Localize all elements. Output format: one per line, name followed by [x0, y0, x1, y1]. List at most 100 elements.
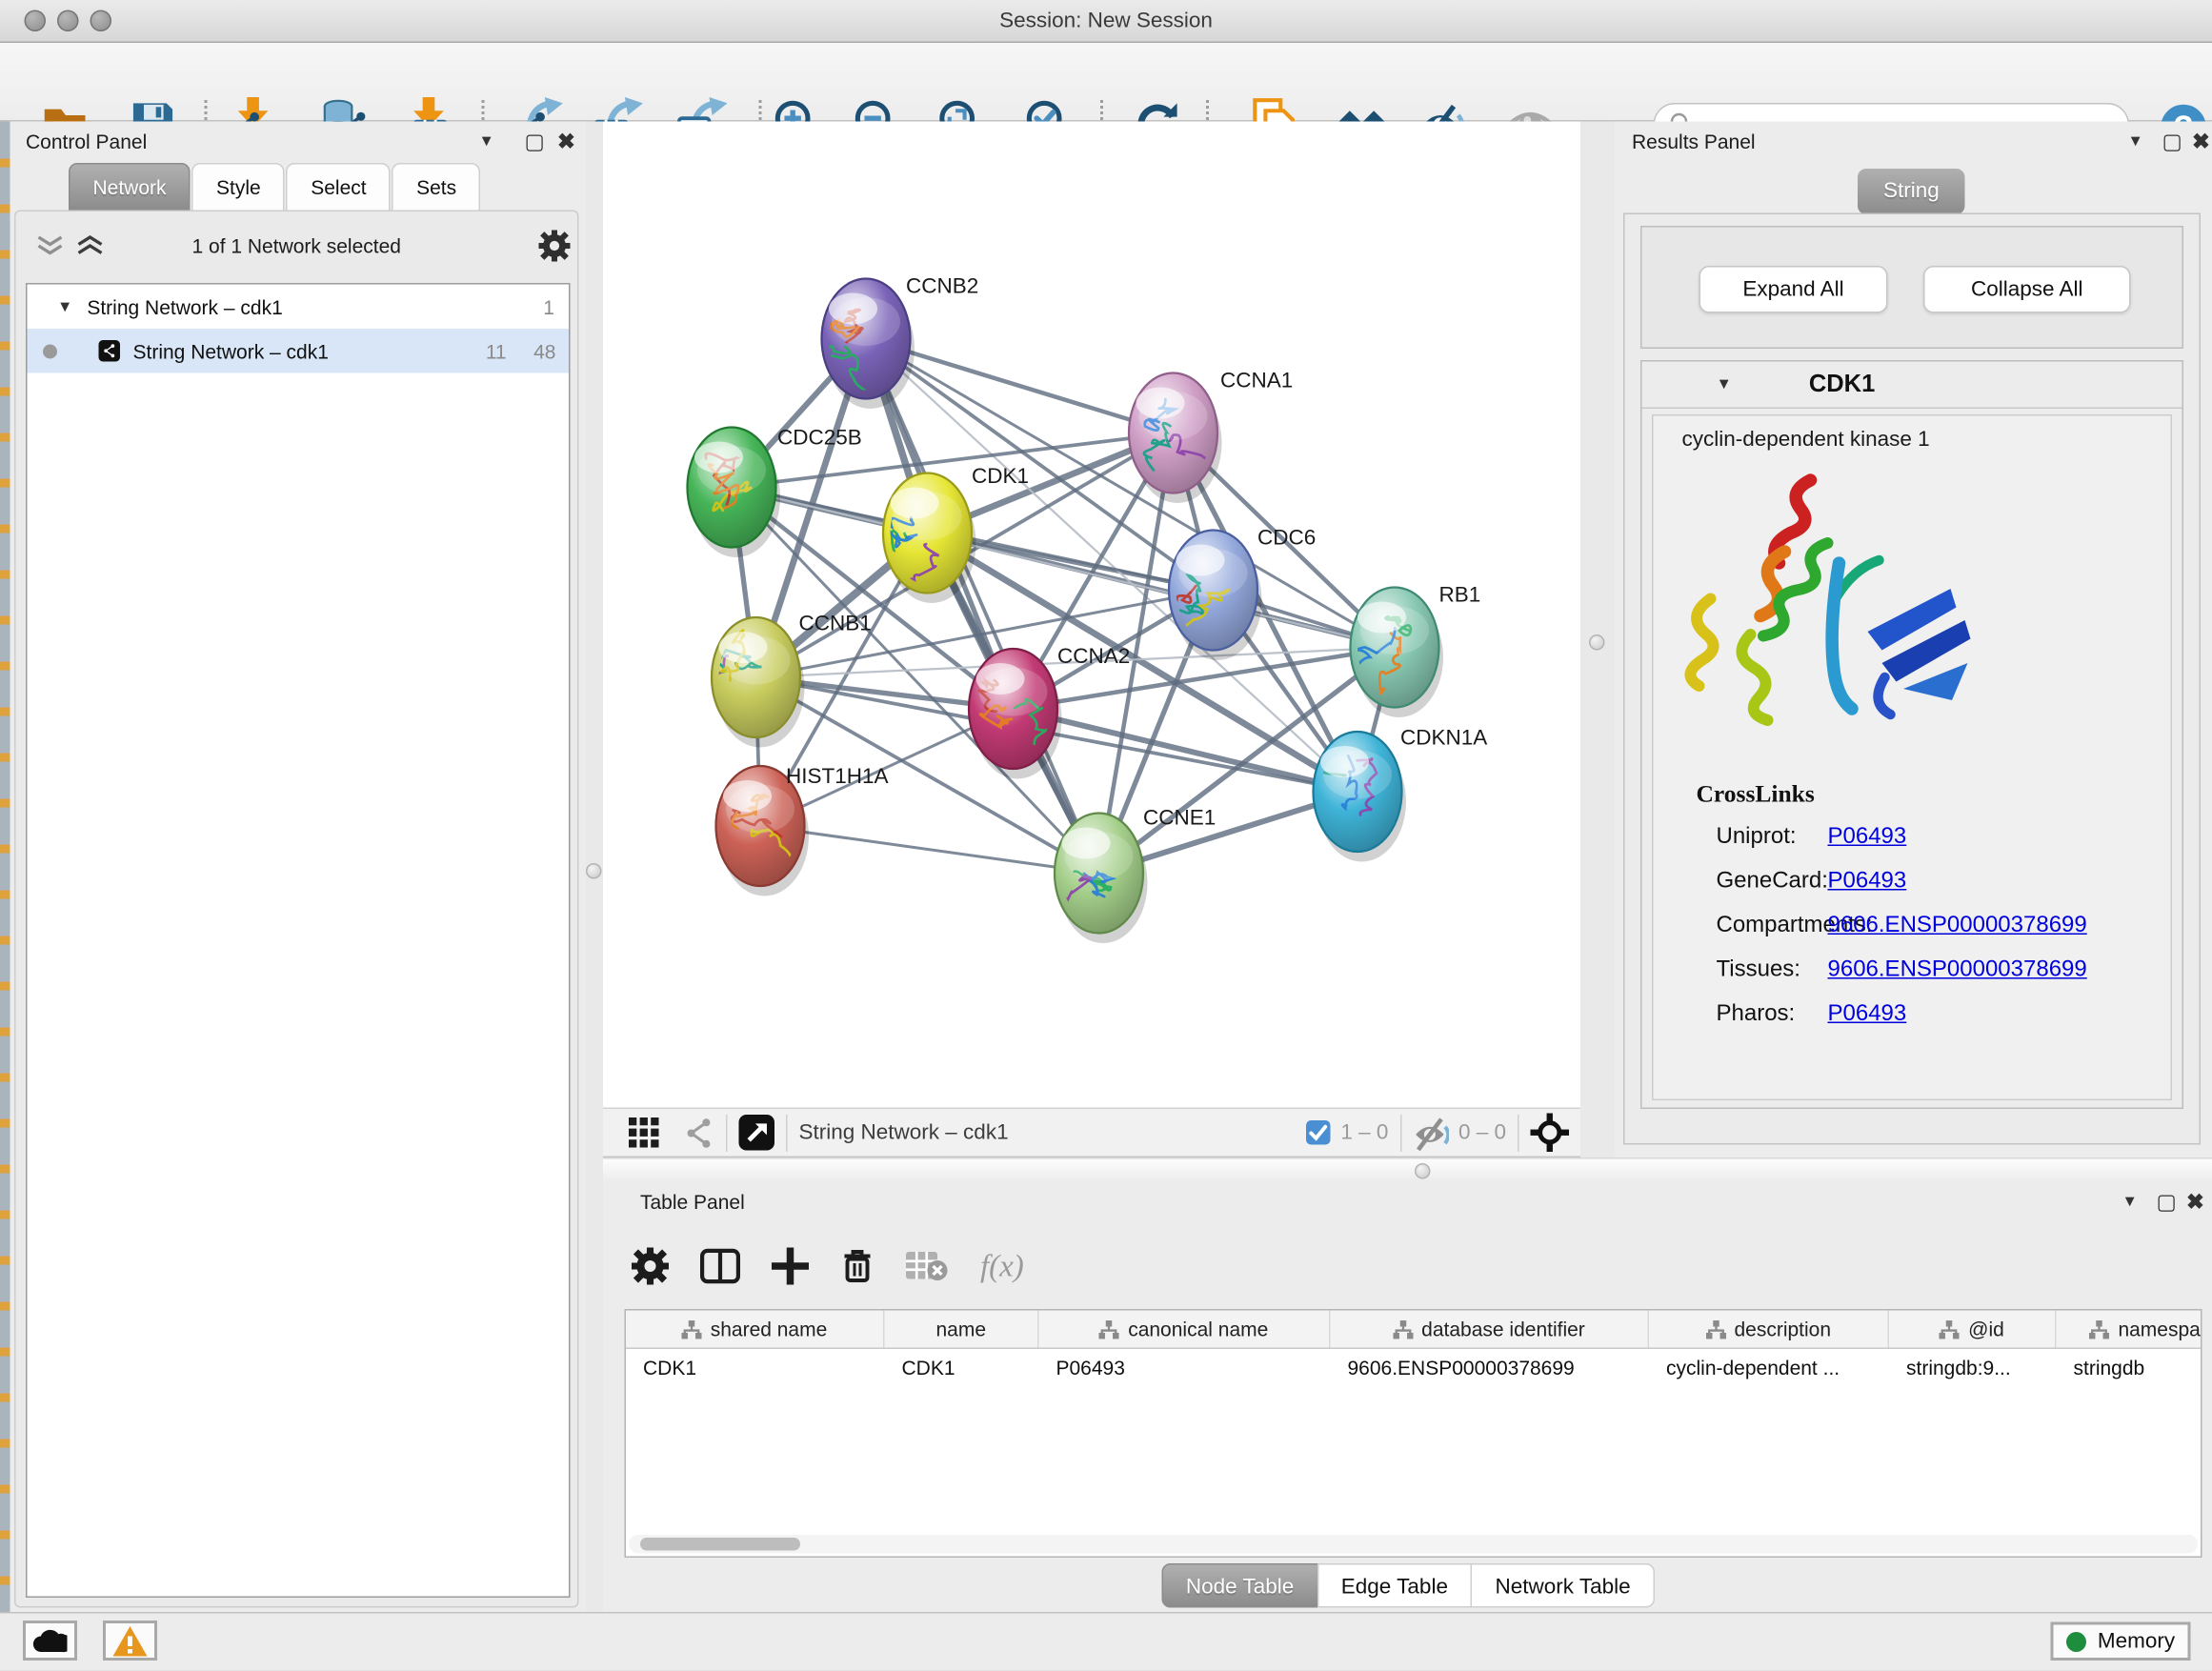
network-collection-row[interactable]: ▼ String Network – cdk1 1: [28, 285, 570, 330]
crosslink-link[interactable]: 9606.ENSP00000378699: [1828, 956, 2087, 982]
network-row-selected[interactable]: String Network – cdk1 11 48: [28, 329, 570, 373]
tab-network[interactable]: Network: [69, 163, 191, 211]
splitter-handle[interactable]: [1589, 634, 1605, 651]
network-graph[interactable]: CCNB2CCNA1CDC25BCDK1CDC6RB1CCNB1CCNA2CDK…: [603, 122, 1580, 1108]
tab-style[interactable]: Style: [192, 163, 286, 211]
crosslink-link[interactable]: 9606.ENSP00000378699: [1828, 913, 2087, 938]
table-cell[interactable]: CDK1: [626, 1349, 885, 1386]
grid-view-icon[interactable]: [629, 1117, 659, 1148]
node-label-CCNB1: CCNB1: [799, 612, 872, 635]
table-cell[interactable]: P06493: [1039, 1349, 1331, 1386]
table-cell[interactable]: stringdb:9...: [1889, 1349, 2057, 1386]
node-CCNA2[interactable]: [969, 649, 1062, 779]
warning-icon: [113, 1625, 148, 1656]
crosslink-link[interactable]: P06493: [1828, 824, 1907, 850]
column-header-shared-name[interactable]: shared name: [626, 1311, 885, 1348]
network-selection-status: 1 of 1 Network selected: [16, 234, 578, 257]
column-header-canonical-name[interactable]: canonical name: [1039, 1311, 1331, 1348]
add-column-icon[interactable]: [772, 1247, 809, 1284]
splitter-handle[interactable]: [1415, 1163, 1431, 1179]
tab-sets[interactable]: Sets: [392, 163, 481, 211]
gene-section-header[interactable]: ▼ CDK1: [1642, 362, 2182, 410]
horizontal-scrollbar[interactable]: [629, 1535, 2198, 1554]
crosslink-link[interactable]: P06493: [1828, 1001, 1907, 1027]
view-indicator-icon: [43, 344, 57, 358]
right-splitter[interactable]: [1580, 122, 1615, 1158]
float-panel-icon[interactable]: ▢: [2157, 1189, 2177, 1215]
delete-column-icon[interactable]: [840, 1246, 875, 1285]
gear-icon[interactable]: [539, 231, 571, 262]
table-settings-gear-icon[interactable]: [632, 1247, 669, 1284]
close-panel-icon[interactable]: ✖: [557, 129, 575, 154]
selected-checkbox-icon[interactable]: [1306, 1120, 1331, 1145]
column-header--id[interactable]: @id: [1889, 1311, 2057, 1348]
tab-select[interactable]: Select: [287, 163, 391, 211]
table-cell[interactable]: 9606.ENSP00000378699: [1331, 1349, 1650, 1386]
protein-structure-image: [1668, 460, 2011, 754]
bottom-splitter[interactable]: [603, 1158, 2212, 1182]
expand-all-button[interactable]: Expand All: [1699, 266, 1888, 313]
network-column-icon: [2089, 1319, 2109, 1339]
table-type-tabs: Node TableEdge TableNetwork Table: [603, 1563, 2212, 1608]
collection-count: 1: [543, 295, 554, 318]
node-CCNB1[interactable]: [704, 617, 805, 748]
table-toolbar: f(x): [632, 1246, 1024, 1285]
float-panel-icon[interactable]: ▢: [2162, 129, 2182, 154]
edge-count: 48: [533, 339, 555, 362]
memory-button[interactable]: Memory: [2051, 1622, 2191, 1661]
detach-view-icon[interactable]: [739, 1115, 775, 1151]
close-panel-icon[interactable]: ✖: [2186, 1189, 2204, 1215]
left-splitter[interactable]: [586, 122, 603, 1613]
network-column-icon: [682, 1319, 702, 1339]
delete-table-icon: [906, 1250, 949, 1281]
column-header-description[interactable]: description: [1649, 1311, 1889, 1348]
close-panel-icon[interactable]: ✖: [2192, 129, 2210, 154]
node-CCNE1[interactable]: [1050, 814, 1147, 944]
crosslink-link[interactable]: P06493: [1828, 868, 1907, 894]
node-RB1[interactable]: [1348, 588, 1443, 718]
table-panel: Table Panel ▼ ▢ ✖ f(x) shared name nameca…: [603, 1182, 2212, 1613]
table-header-row: shared name namecanonical namedatabase id…: [626, 1311, 2201, 1350]
hidden-eye-icon: [1413, 1114, 1449, 1151]
table-cell[interactable]: cyclin-dependent ...: [1649, 1349, 1889, 1386]
birdseye-crosshair-icon[interactable]: [1531, 1114, 1570, 1153]
edge-CCNB2-CCNE1[interactable]: [866, 339, 1099, 874]
float-panel-icon[interactable]: ▢: [525, 129, 545, 154]
node-CDKN1A[interactable]: [1288, 732, 1406, 862]
tab-string[interactable]: String: [1858, 169, 1965, 214]
scrollbar-thumb[interactable]: [640, 1538, 800, 1551]
section-expander-icon[interactable]: ▼: [1717, 376, 1732, 393]
node-label-HIST1H1A: HIST1H1A: [786, 764, 889, 788]
column-header-namespace[interactable]: namespace: [2057, 1311, 2202, 1348]
table-row[interactable]: CDK1CDK1P064939606.ENSP00000378699cyclin…: [626, 1349, 2201, 1386]
edge-HIST1H1A-CCNE1[interactable]: [760, 826, 1099, 874]
node-CCNB2[interactable]: [818, 279, 915, 410]
table-panel-title: Table Panel: [640, 1191, 745, 1214]
collapse-all-button[interactable]: Collapse All: [1923, 266, 2131, 313]
tab-network-table[interactable]: Network Table: [1471, 1563, 1655, 1608]
table-cell[interactable]: stringdb: [2057, 1349, 2202, 1386]
collection-expander-icon[interactable]: ▼: [57, 298, 72, 315]
tab-edge-table[interactable]: Edge Table: [1317, 1563, 1472, 1608]
tab-node-table[interactable]: Node Table: [1161, 1563, 1317, 1608]
node-CDC6[interactable]: [1151, 531, 1261, 661]
share-view-icon[interactable]: [683, 1116, 714, 1150]
memory-ok-icon: [2066, 1631, 2086, 1651]
column-header-name[interactable]: name: [885, 1311, 1039, 1348]
column-header-database-identifier[interactable]: database identifier: [1331, 1311, 1650, 1348]
column-label: shared name: [711, 1318, 828, 1340]
cloud-status-button[interactable]: [23, 1621, 77, 1661]
table-cell[interactable]: CDK1: [885, 1349, 1039, 1386]
network-canvas[interactable]: CCNB2CCNA1CDC25BCDK1CDC6RB1CCNB1CCNA2CDK…: [603, 122, 1580, 1108]
crosslink-row: Tissues:9606.ENSP00000378699: [1654, 948, 2171, 993]
panel-menu-icon[interactable]: ▼: [479, 133, 494, 151]
node-label-CDK1: CDK1: [972, 464, 1029, 488]
splitter-handle[interactable]: [586, 863, 602, 879]
network-view-toolbar: String Network – cdk1 1 – 0 0 – 0: [603, 1108, 1580, 1158]
separator: [1399, 1114, 1401, 1151]
show-columns-icon[interactable]: [700, 1247, 740, 1284]
panel-menu-icon[interactable]: ▼: [2122, 1194, 2138, 1211]
crosslink-row: Uniprot:P06493: [1654, 815, 2171, 859]
warning-status-button[interactable]: [103, 1621, 157, 1661]
panel-menu-icon[interactable]: ▼: [2128, 133, 2143, 151]
